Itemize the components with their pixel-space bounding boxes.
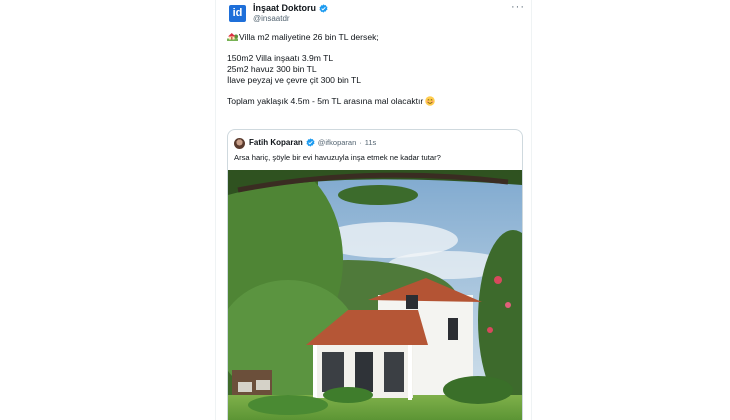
author-avatar[interactable]: id (229, 5, 246, 22)
verified-badge-icon (306, 138, 315, 147)
tweet-text: Villa m2 maliyetine 26 bin TL dersek; 15… (227, 32, 527, 107)
author-display-name[interactable]: İnşaat Doktoru (253, 3, 316, 13)
tweet-line: 150m2 Villa inşaatı 3.9m TL (227, 53, 334, 63)
quoted-tweet[interactable]: Fatih Koparan @ifkoparan · 11s Arsa hari… (227, 129, 523, 420)
quoted-tweet-text: Arsa hariç, şöyle bir evi havuzuyla inşa… (234, 153, 441, 162)
separator-dot: · (359, 138, 362, 147)
tweet-line: Toplam yaklaşık 4.5m - 5m TL arasına mal… (227, 96, 527, 107)
quoted-author-handle[interactable]: @ifkoparan (318, 138, 356, 147)
more-options-icon[interactable]: ··· (511, 1, 525, 13)
tweet-line: Villa m2 maliyetine 26 bin TL dersek; (227, 32, 527, 43)
author-handle[interactable]: @insaatdr (253, 14, 290, 23)
tweet-card[interactable]: id İnşaat Doktoru @insaatdr ··· Villa m2… (215, 0, 532, 420)
tweet-line: İlave peyzaj ve çevre çit 300 bin TL (227, 75, 362, 85)
quoted-author-row[interactable]: Fatih Koparan @ifkoparan · 11s (249, 138, 376, 147)
tweet-line: 25m2 havuz 300 bin TL (227, 64, 317, 74)
house-with-garden-emoji-icon (227, 33, 238, 41)
quoted-author-name[interactable]: Fatih Koparan (249, 138, 303, 147)
quoted-tweet-photo[interactable] (228, 170, 522, 420)
author-name-row[interactable]: İnşaat Doktoru (253, 3, 328, 13)
verified-badge-icon (319, 3, 328, 13)
quoted-author-avatar[interactable] (234, 138, 245, 149)
quoted-tweet-timestamp[interactable]: 11s (365, 138, 377, 147)
avatar-logo-text: id (232, 7, 243, 19)
smiling-face-emoji-icon (425, 96, 436, 106)
